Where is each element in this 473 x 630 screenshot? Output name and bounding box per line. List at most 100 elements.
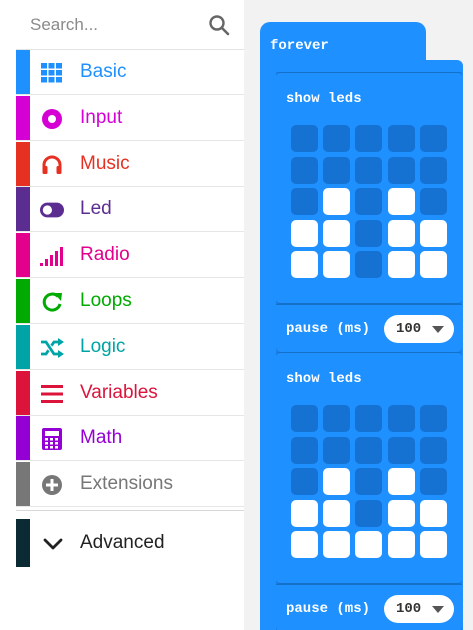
led-cell[interactable] xyxy=(323,219,351,247)
led-cell[interactable] xyxy=(355,436,383,464)
category-led[interactable]: Led xyxy=(16,187,244,233)
led-grid xyxy=(291,125,447,281)
led-cell[interactable] xyxy=(419,219,447,247)
category-label: Variables xyxy=(80,381,158,403)
category-advanced[interactable]: Advanced xyxy=(16,519,244,567)
led-cell[interactable] xyxy=(291,125,318,152)
led-cell[interactable] xyxy=(387,436,415,464)
category-music[interactable]: Music xyxy=(16,141,244,187)
led-cell[interactable] xyxy=(291,219,318,247)
category-label: Led xyxy=(80,198,112,220)
pause-block[interactable]: pause (ms) 100 xyxy=(276,584,462,630)
led-cell[interactable] xyxy=(291,499,318,527)
led-cell[interactable] xyxy=(387,499,415,527)
pause-duration-dropdown[interactable]: 100 xyxy=(384,315,454,343)
led-cell[interactable] xyxy=(291,405,318,432)
lines-icon xyxy=(40,383,64,405)
category-label: Advanced xyxy=(80,532,165,553)
category-label: Basic xyxy=(80,61,127,82)
headphones-icon xyxy=(40,154,64,176)
loop-arrow-icon xyxy=(40,291,64,313)
grid-icon xyxy=(40,62,64,84)
forever-label: forever xyxy=(270,38,329,54)
led-cell[interactable] xyxy=(387,251,415,279)
category-color-strip xyxy=(16,279,30,323)
led-cell[interactable] xyxy=(323,188,351,216)
led-grid xyxy=(291,405,447,561)
signal-bars-icon xyxy=(40,245,64,267)
category-color-strip xyxy=(16,50,30,94)
category-loops[interactable]: Loops xyxy=(16,279,244,324)
pause-block[interactable]: pause (ms) 100 xyxy=(276,304,462,352)
pause-duration-value: 100 xyxy=(396,601,422,617)
pause-label: pause (ms) xyxy=(286,601,371,617)
chevron-down-icon xyxy=(43,538,63,550)
category-color-strip xyxy=(16,370,30,415)
led-cell[interactable] xyxy=(419,436,447,464)
led-cell[interactable] xyxy=(355,405,383,432)
led-cell[interactable] xyxy=(323,125,351,152)
led-cell[interactable] xyxy=(419,531,447,559)
led-cell[interactable] xyxy=(323,468,351,496)
category-math[interactable]: Math xyxy=(16,416,244,462)
category-label: Math xyxy=(80,427,123,449)
led-cell[interactable] xyxy=(387,468,415,496)
led-cell[interactable] xyxy=(291,251,318,279)
search-icon[interactable] xyxy=(208,14,230,36)
led-cell[interactable] xyxy=(323,251,351,279)
show-leds-block[interactable]: show leds xyxy=(276,352,462,584)
category-color-strip xyxy=(16,519,30,567)
caret-down-icon xyxy=(432,606,444,613)
show-leds-block[interactable]: show leds xyxy=(276,72,462,304)
led-cell[interactable] xyxy=(419,156,447,184)
category-radio[interactable]: Radio xyxy=(16,233,244,279)
led-cell[interactable] xyxy=(291,531,318,559)
category-color-strip xyxy=(16,141,30,186)
search-input[interactable] xyxy=(30,12,200,38)
led-cell[interactable] xyxy=(323,531,351,559)
led-cell[interactable] xyxy=(419,251,447,279)
category-logic[interactable]: Logic xyxy=(16,324,244,370)
led-cell[interactable] xyxy=(419,405,447,432)
caret-down-icon xyxy=(432,326,444,333)
led-cell[interactable] xyxy=(355,156,383,184)
toolbox: Basic Input Music Led Radio Loops Logic Variabl… xyxy=(16,0,244,630)
led-cell[interactable] xyxy=(355,499,383,527)
led-cell[interactable] xyxy=(387,188,415,216)
category-label: Music xyxy=(80,152,130,174)
led-cell[interactable] xyxy=(323,436,351,464)
category-color-strip xyxy=(16,324,30,369)
led-cell[interactable] xyxy=(355,468,383,496)
category-label: Logic xyxy=(80,335,126,357)
category-input[interactable]: Input xyxy=(16,95,244,141)
led-cell[interactable] xyxy=(387,125,415,152)
led-cell[interactable] xyxy=(387,219,415,247)
led-cell[interactable] xyxy=(419,188,447,216)
category-variables[interactable]: Variables xyxy=(16,370,244,416)
search-bar xyxy=(16,0,244,50)
plus-circle-icon xyxy=(40,474,64,496)
led-cell[interactable] xyxy=(355,219,383,247)
led-cell[interactable] xyxy=(291,156,318,184)
led-cell[interactable] xyxy=(355,188,383,216)
led-cell[interactable] xyxy=(419,499,447,527)
led-cell[interactable] xyxy=(355,251,383,279)
led-cell[interactable] xyxy=(291,188,318,216)
led-cell[interactable] xyxy=(419,125,447,152)
category-basic[interactable]: Basic xyxy=(16,50,244,95)
led-cell[interactable] xyxy=(291,468,318,496)
led-cell[interactable] xyxy=(387,405,415,432)
led-cell[interactable] xyxy=(387,531,415,559)
category-color-strip xyxy=(16,462,30,507)
led-cell[interactable] xyxy=(355,125,383,152)
led-cell[interactable] xyxy=(323,499,351,527)
led-cell[interactable] xyxy=(323,156,351,184)
led-cell[interactable] xyxy=(355,531,383,559)
category-extensions[interactable]: Extensions xyxy=(16,462,244,508)
led-cell[interactable] xyxy=(387,156,415,184)
category-color-strip xyxy=(16,187,30,232)
pause-duration-dropdown[interactable]: 100 xyxy=(384,595,454,623)
led-cell[interactable] xyxy=(419,468,447,496)
led-cell[interactable] xyxy=(323,405,351,432)
led-cell[interactable] xyxy=(291,436,318,464)
